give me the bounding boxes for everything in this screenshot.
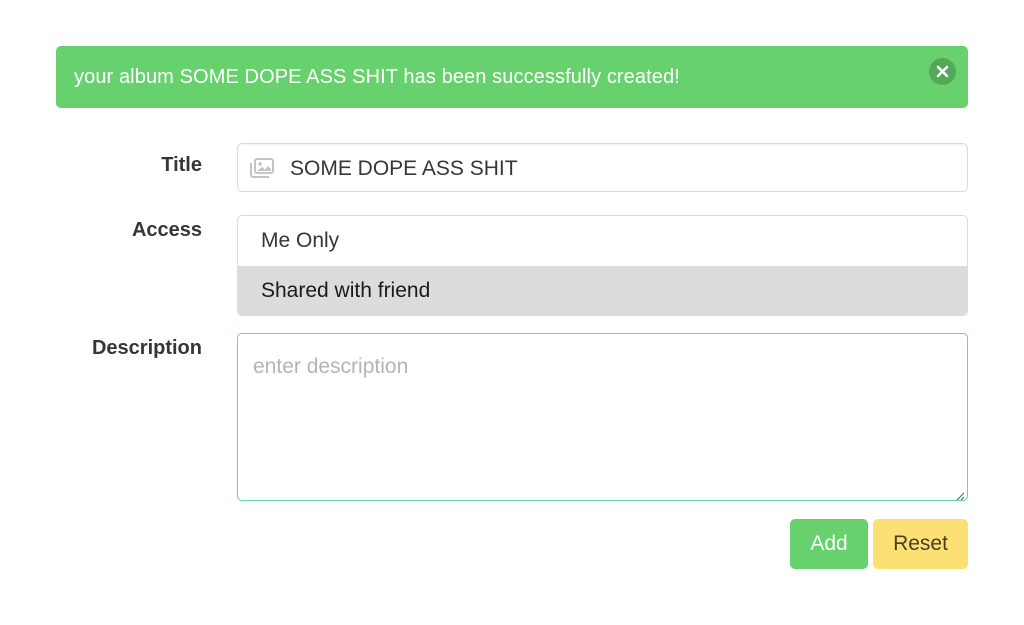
close-icon	[936, 65, 949, 78]
description-placeholder: enter description	[253, 355, 409, 378]
notification-close-button[interactable]	[929, 58, 956, 85]
access-option-shared-with-friend[interactable]: Shared with friend	[238, 266, 967, 315]
images-icon	[250, 158, 274, 178]
reset-button[interactable]: Reset	[873, 519, 968, 569]
album-form-page: your album SOME DOPE ASS SHIT has been s…	[0, 0, 1024, 625]
description-textarea[interactable]: enter description	[237, 333, 968, 501]
title-input[interactable]: SOME DOPE ASS SHIT	[237, 143, 968, 192]
access-label: Access	[131, 219, 202, 241]
title-value: SOME DOPE ASS SHIT	[290, 157, 518, 180]
title-label: Title	[161, 154, 202, 176]
access-select[interactable]: Me Only Shared with friend	[237, 215, 968, 316]
resize-handle-icon[interactable]	[955, 488, 965, 501]
add-button[interactable]: Add	[790, 519, 868, 569]
description-label: Description	[91, 337, 202, 359]
access-option-me-only[interactable]: Me Only	[238, 216, 967, 266]
success-notification: your album SOME DOPE ASS SHIT has been s…	[56, 46, 968, 108]
notification-message: your album SOME DOPE ASS SHIT has been s…	[74, 66, 680, 88]
